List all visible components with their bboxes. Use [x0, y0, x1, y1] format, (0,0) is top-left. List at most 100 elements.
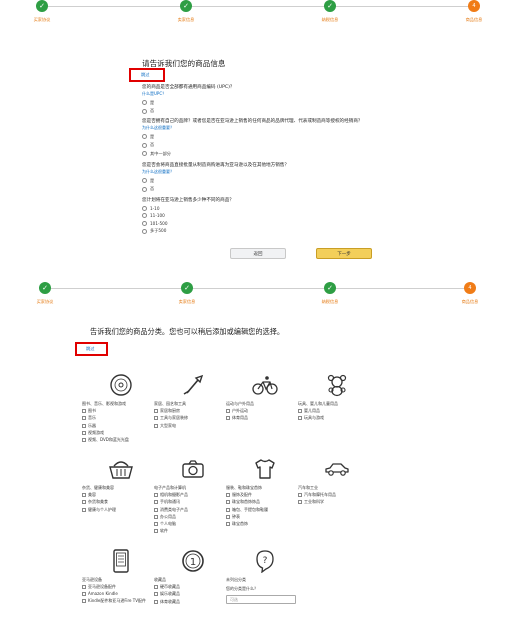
step-tax-info: ✓ 纳税信息 — [321, 0, 339, 22]
category-option[interactable]: 大型家电 — [154, 423, 236, 429]
category-option[interactable]: 汽车和摩托车用品 — [298, 492, 380, 498]
back-button[interactable]: 返回 — [230, 248, 286, 259]
check-icon: ✓ — [324, 0, 336, 12]
checkbox[interactable] — [82, 430, 86, 435]
category-option[interactable]: 玩具与游戏 — [298, 415, 380, 421]
checkbox[interactable] — [298, 500, 302, 505]
category-automotive: 汽车和工业 汽车和摩托车用品 工业和科学 — [294, 454, 380, 505]
question-upc: 您的商品是否全部都有通用商品编码 (UPC)？ 什么是UPC？ 是 否 — [142, 85, 235, 114]
help-link[interactable]: 为什么这很重要？ — [142, 125, 363, 131]
category-option[interactable]: 婴儿用品 — [298, 408, 380, 414]
radio-option[interactable]: 是 — [142, 134, 363, 140]
svg-text:?: ? — [263, 556, 268, 566]
check-icon: ✓ — [324, 282, 336, 294]
checkbox[interactable] — [154, 529, 158, 534]
other-category-input[interactable]: 可选 — [226, 595, 296, 604]
step-product-info: 4 商品信息 — [435, 282, 505, 305]
checkbox[interactable] — [154, 500, 158, 505]
radio-option[interactable]: 多于500 — [142, 228, 234, 234]
radio-option[interactable]: 11-100 — [142, 213, 234, 218]
checkbox[interactable] — [82, 507, 86, 512]
category-option[interactable]: 工业和科学 — [298, 499, 380, 505]
progress-track — [45, 288, 470, 289]
radio-button[interactable] — [142, 186, 147, 192]
step-product-info: 4 商品信息 — [439, 0, 509, 23]
radio-button[interactable] — [142, 178, 147, 183]
checkbox[interactable] — [226, 514, 230, 519]
svg-text:1: 1 — [190, 557, 196, 568]
checkbox[interactable] — [82, 437, 86, 442]
checkbox[interactable] — [154, 585, 158, 590]
checkbox[interactable] — [82, 423, 86, 428]
checkbox[interactable] — [82, 416, 86, 421]
step-seller-info: ✓ 卖家信息 — [177, 0, 195, 22]
checkbox[interactable] — [82, 500, 86, 505]
checkbox[interactable] — [154, 599, 158, 604]
checkbox[interactable] — [82, 493, 86, 498]
checkbox[interactable] — [226, 416, 230, 421]
radio-option[interactable]: 否 — [142, 142, 363, 148]
radio-button[interactable] — [142, 205, 147, 211]
radio-button[interactable] — [142, 108, 147, 114]
category-option[interactable]: 视频游戏 — [82, 430, 164, 436]
question-wholesale: 您是否会将商品直接批量从制造商购进再为亚马逊以及在其他地方销售？ 为什么这很重要… — [142, 163, 290, 192]
checkbox[interactable] — [154, 493, 158, 498]
question-brand: 您是否拥有自己的品牌？或者您是否在亚马逊上销售的任何商品的品牌代理、代表或制造商… — [142, 119, 363, 157]
checkbox[interactable] — [154, 416, 158, 421]
checkbox[interactable] — [154, 409, 158, 414]
product-category-panel: ✓ 买家协议 ✓ 卖家信息 ✓ 纳税信息 4 商品信息 告诉我们您的商品分类。您… — [0, 282, 520, 624]
product-info-panel: ✓ 买家协议 ✓ 卖家信息 ✓ 纳税信息 4 商品信息 请告诉我们您的商品信息 … — [0, 0, 520, 280]
radio-option[interactable]: 1-10 — [142, 205, 234, 211]
checkbox[interactable] — [226, 507, 230, 512]
step-seller-info: ✓ 卖家信息 — [178, 282, 196, 304]
checkbox[interactable] — [298, 409, 302, 414]
checkbox[interactable] — [298, 493, 302, 498]
checkbox[interactable] — [226, 500, 230, 505]
radio-button[interactable] — [142, 151, 147, 156]
help-link[interactable]: 为什么这很重要？ — [142, 169, 289, 175]
radio-option[interactable]: 其中一部分 — [142, 151, 363, 157]
radio-button[interactable] — [142, 220, 147, 226]
category-toys-baby: 玩具、婴儿和儿童用品 婴儿用品 玩具与游戏 — [294, 370, 380, 421]
progress-track — [42, 6, 474, 7]
radio-option[interactable]: 是 — [142, 100, 234, 106]
radio-button[interactable] — [142, 134, 147, 139]
help-link[interactable]: 什么是UPC？ — [142, 91, 234, 97]
checkbox[interactable] — [154, 514, 158, 519]
category-option[interactable]: 珠宝首饰 — [226, 521, 308, 527]
category-option[interactable]: 钟表 — [226, 514, 308, 520]
category-option[interactable]: 箱包、手提包和鞋履 — [226, 507, 308, 513]
radio-option[interactable]: 否 — [142, 108, 234, 114]
checkbox[interactable] — [82, 585, 86, 590]
checkbox[interactable] — [82, 591, 86, 596]
category-unlisted: ? 未列出分类 您的分类是什么？ 可选 — [222, 546, 308, 604]
radio-button[interactable] — [142, 228, 147, 234]
checkbox[interactable] — [82, 409, 86, 414]
skip-link[interactable]: 跳过 — [86, 346, 94, 352]
checkbox[interactable] — [154, 507, 158, 512]
checkbox[interactable] — [154, 521, 158, 526]
radio-button[interactable] — [142, 213, 147, 218]
checkbox[interactable] — [154, 592, 158, 597]
skip-link[interactable]: 跳过 — [141, 72, 149, 78]
category-option[interactable]: 软件 — [154, 528, 236, 534]
next-button[interactable]: 下一步 — [316, 248, 372, 259]
radio-button[interactable] — [142, 142, 147, 148]
category-option[interactable]: 视频、DVD和蓝光光盘 — [82, 437, 164, 443]
checkbox[interactable] — [226, 493, 230, 498]
progress-bar: ✓ 买家协议 ✓ 卖家信息 ✓ 纳税信息 4 商品信息 — [0, 282, 520, 318]
radio-button[interactable] — [142, 100, 147, 105]
check-icon: ✓ — [180, 0, 192, 12]
check-icon: ✓ — [181, 282, 193, 294]
current-step-indicator: 4 — [468, 0, 480, 12]
radio-option[interactable]: 101-500 — [142, 220, 234, 226]
progress-bar: ✓ 买家协议 ✓ 卖家信息 ✓ 纳税信息 4 商品信息 — [0, 0, 520, 36]
radio-option[interactable]: 否 — [142, 186, 289, 192]
checkbox[interactable] — [298, 416, 302, 421]
check-icon: ✓ — [39, 282, 51, 294]
checkbox[interactable] — [82, 598, 86, 603]
radio-option[interactable]: 是 — [142, 178, 289, 184]
checkbox[interactable] — [154, 423, 158, 428]
checkbox[interactable] — [226, 409, 230, 414]
checkbox[interactable] — [226, 521, 230, 526]
